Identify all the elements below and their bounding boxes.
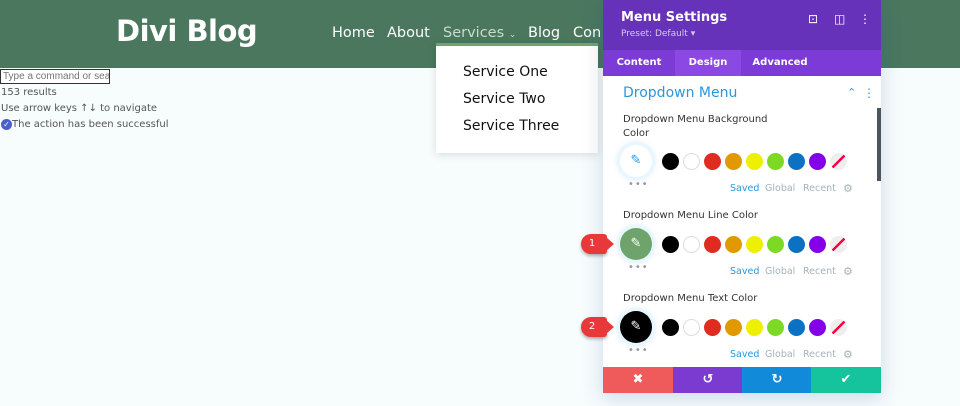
swatch-white[interactable] [683,236,700,253]
dropdown-item-service-one[interactable]: Service One [463,64,548,80]
swatch-white[interactable] [683,319,700,336]
swatch-orange[interactable] [725,236,742,253]
services-dropdown: Service One Service Two Service Three [436,43,598,153]
check-circle-icon: ✓ [1,119,12,130]
swatch-yellow[interactable] [746,153,763,170]
swatch-yellow[interactable] [746,236,763,253]
step-badge: 2 [581,317,614,337]
cancel-button[interactable]: ✖ [603,367,673,393]
color-picker-button[interactable]: ✎ [620,311,652,343]
redo-button[interactable]: ↻ [742,367,812,393]
color-picker-button[interactable]: ✎ [620,145,652,177]
save-button[interactable]: ✔ [811,367,881,393]
panel-header: Menu Settings Preset: Default ▾ ⊡ ◫ ⋮ [603,0,881,50]
chevron-up-icon[interactable]: ⌃ [847,86,856,99]
nav-about[interactable]: About [387,25,430,41]
focus-icon[interactable]: ⊡ [808,12,818,26]
swatch-green[interactable] [767,236,784,253]
field-label: Dropdown Menu Background Color [623,114,768,139]
field-label: Dropdown Menu Text Color [623,293,758,304]
preset-selector[interactable]: Preset: Default ▾ [621,29,695,39]
swatch-purple[interactable] [809,236,826,253]
step-badge: 1 [581,234,614,254]
global-link[interactable]: Global [765,266,795,277]
saved-link[interactable]: Saved [730,183,759,194]
tab-advanced[interactable]: Advanced [741,50,819,76]
swatch-green[interactable] [767,153,784,170]
section-menu-icon[interactable]: ⋮ [863,86,875,100]
more-icon[interactable]: ••• [628,179,649,190]
swatch-orange[interactable] [725,153,742,170]
swatch-black[interactable] [662,319,679,336]
swatch-purple[interactable] [809,319,826,336]
gear-icon[interactable]: ⚙ [843,265,853,278]
eyedropper-icon: ✎ [630,153,642,168]
panel-tabs: Content Design Advanced [603,50,881,76]
sidebar-layout-icon[interactable]: ◫ [834,12,845,26]
menu-settings-panel: Menu Settings Preset: Default ▾ ⊡ ◫ ⋮ Co… [603,0,881,393]
swatch-purple[interactable] [809,153,826,170]
command-input[interactable] [0,69,110,84]
color-picker-button[interactable]: ✎ [620,228,652,260]
more-icon[interactable]: ••• [628,262,649,273]
dropdown-item-service-three[interactable]: Service Three [463,118,559,134]
global-link[interactable]: Global [765,183,795,194]
swatch-blue[interactable] [788,153,805,170]
nav-blog[interactable]: Blog [528,25,560,41]
more-icon[interactable]: ••• [628,345,649,356]
nav-services-label: Services [443,25,505,41]
scrollbar[interactable] [877,108,881,181]
swatch-transparent[interactable] [830,153,847,170]
swatch-transparent[interactable] [830,319,847,336]
gear-icon[interactable]: ⚙ [843,182,853,195]
saved-link[interactable]: Saved [730,349,759,360]
swatch-yellow[interactable] [746,319,763,336]
saved-link[interactable]: Saved [730,266,759,277]
recent-link[interactable]: Recent [803,349,836,360]
navigation-hint: Use arrow keys ↑↓ to navigate [1,103,158,114]
tab-design[interactable]: Design [675,50,741,76]
swatch-black[interactable] [662,236,679,253]
swatch-white[interactable] [683,153,700,170]
tab-content[interactable]: Content [603,50,675,76]
swatch-blue[interactable] [788,319,805,336]
nav-home[interactable]: Home [332,25,375,41]
section-title[interactable]: Dropdown Menu [623,85,737,101]
nav-contact[interactable]: Con [573,25,601,41]
swatch-red[interactable] [704,236,721,253]
swatch-red[interactable] [704,153,721,170]
eyedropper-icon: ✎ [630,319,642,334]
more-options-icon[interactable]: ⋮ [859,12,871,26]
site-logo[interactable]: Divi Blog [116,14,258,48]
swatch-red[interactable] [704,319,721,336]
swatch-black[interactable] [662,153,679,170]
global-link[interactable]: Global [765,349,795,360]
gear-icon[interactable]: ⚙ [843,348,853,361]
swatch-orange[interactable] [725,319,742,336]
chevron-down-icon: ⌄ [508,30,517,40]
success-message: The action has been successful [12,119,169,130]
results-count: 153 results [1,87,57,98]
dropdown-item-service-two[interactable]: Service Two [463,91,545,107]
field-label: Dropdown Menu Line Color [623,210,758,221]
eyedropper-icon: ✎ [630,236,642,251]
recent-link[interactable]: Recent [803,183,836,194]
nav-services[interactable]: Services ⌄ [443,25,516,41]
panel-title: Menu Settings [621,10,728,25]
undo-button[interactable]: ↺ [673,367,743,393]
swatch-transparent[interactable] [830,236,847,253]
swatch-blue[interactable] [788,236,805,253]
recent-link[interactable]: Recent [803,266,836,277]
swatch-green[interactable] [767,319,784,336]
